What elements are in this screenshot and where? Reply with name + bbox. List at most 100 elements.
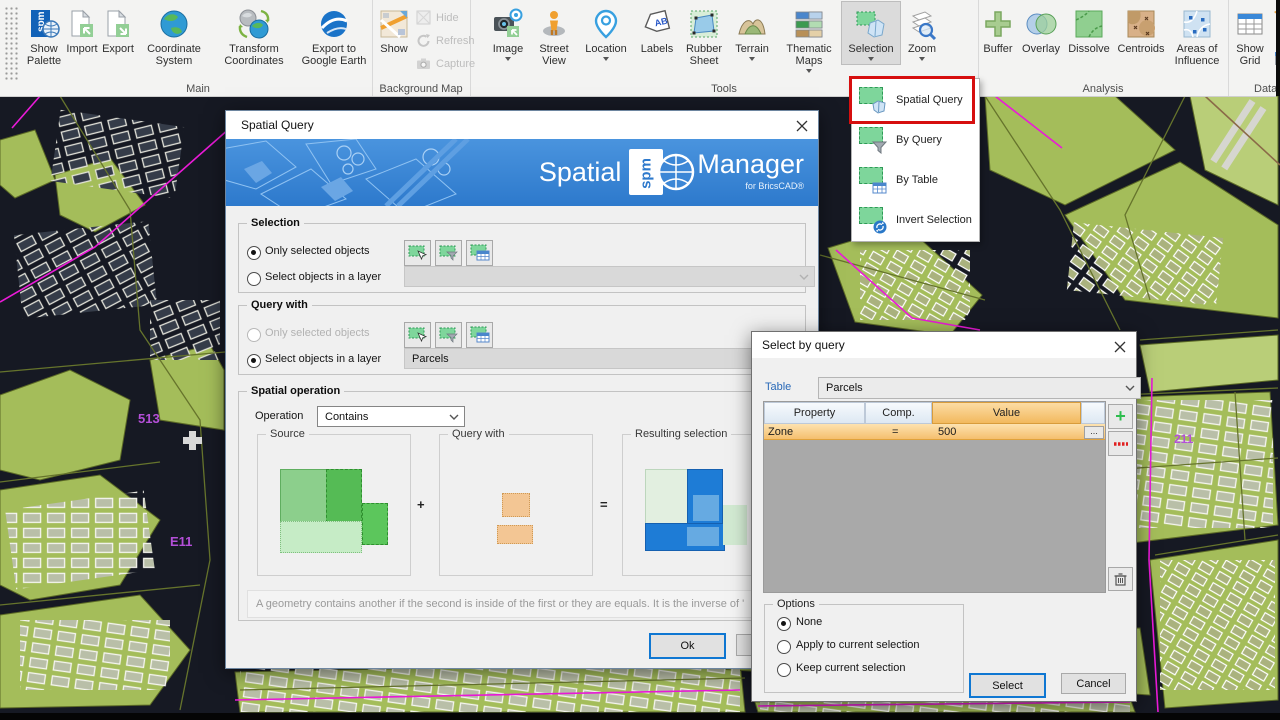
result-shape <box>693 495 719 521</box>
tag-icon: AB <box>641 6 673 42</box>
bgmap-capture-button-disabled: Capture <box>416 52 475 75</box>
dissolve-icon <box>1073 6 1105 42</box>
table-objects-button[interactable] <box>466 240 493 266</box>
brand-logo: Spatial spm Manager for BricsCAD® <box>539 149 804 195</box>
export-button[interactable]: Export <box>100 2 136 55</box>
filter-objects-button[interactable] <box>435 322 462 348</box>
add-condition-button[interactable]: + <box>1108 404 1133 429</box>
close-icon[interactable] <box>1112 339 1127 354</box>
radio-none[interactable] <box>777 617 791 631</box>
trash-icon <box>1114 572 1127 586</box>
spatial-query-dialog: Spatial Query Spatial <box>225 110 819 669</box>
image-button[interactable]: Image <box>486 2 530 64</box>
column-header-value[interactable]: Value <box>932 402 1081 424</box>
select-button[interactable]: Select <box>969 673 1046 698</box>
result-shape <box>723 505 747 545</box>
thematic-maps-button[interactable]: Thematic Maps <box>776 2 842 76</box>
menu-item-by-query[interactable]: By Query <box>852 120 979 160</box>
zoom-button[interactable]: Zoom <box>900 2 944 64</box>
centroids-button[interactable]: Centroids <box>1114 2 1168 55</box>
source-illustration-box: Source <box>257 434 411 576</box>
table-objects-button[interactable] <box>466 322 493 348</box>
menu-item-invert-selection[interactable]: Invert Selection <box>852 200 979 240</box>
selection-layer-combo-disabled <box>404 266 815 287</box>
radio-only-selected[interactable] <box>247 246 261 260</box>
value-ellipsis-button[interactable]: ... <box>1084 426 1104 439</box>
close-icon[interactable] <box>794 118 809 133</box>
terrain-hills-icon <box>736 6 768 42</box>
google-earth-icon <box>318 6 350 42</box>
dialog-title: Spatial Query <box>241 118 314 132</box>
hide-icon <box>416 10 431 25</box>
thematic-bars-icon <box>793 6 825 42</box>
column-header-property[interactable]: Property <box>764 402 865 424</box>
ribbon-group-data: Show Grid Data <box>1228 0 1280 96</box>
dropdown-caret <box>749 57 755 64</box>
dropdown-caret <box>505 57 511 64</box>
ok-button[interactable]: Ok <box>649 633 726 659</box>
bgmap-show-button[interactable]: Show <box>374 2 414 55</box>
dissolve-button[interactable]: Dissolve <box>1064 2 1114 55</box>
overlay-button[interactable]: Overlay <box>1018 2 1064 55</box>
equals-operator: = <box>600 497 608 512</box>
query-shape <box>497 525 533 544</box>
transform-coordinates-button[interactable]: Transform Coordinates <box>212 2 296 67</box>
export-icon <box>102 6 134 42</box>
dialog-title: Select by query <box>762 338 845 352</box>
window-edge-strip <box>1276 0 1280 96</box>
options-groupbox: Options None Apply to current selection … <box>764 604 964 693</box>
ribbon-group-main: spm Show Palette Import <box>24 0 373 96</box>
labels-button[interactable]: AB Labels <box>634 2 680 55</box>
radio-select-layer[interactable] <box>247 354 261 368</box>
dropdown-caret <box>868 57 874 64</box>
query-row[interactable]: Zone = 500 ... <box>764 424 1105 440</box>
plus-operator: + <box>417 497 425 512</box>
app-window: 513 E11 211 spm Show Palette <box>0 0 1280 720</box>
source-shape <box>362 503 388 545</box>
street-view-button[interactable]: Street View <box>530 2 578 67</box>
column-header-comp[interactable]: Comp. <box>865 402 932 424</box>
location-button[interactable]: Location <box>578 2 634 64</box>
cancel-button[interactable]: Cancel <box>1061 673 1126 694</box>
clear-all-button[interactable] <box>1108 567 1133 591</box>
show-palette-button[interactable]: spm Show Palette <box>24 2 64 67</box>
minus-icon <box>1114 442 1128 446</box>
select-by-query-titlebar[interactable]: Select by query <box>752 332 1136 358</box>
radio-keep-current[interactable] <box>777 663 791 677</box>
invert-selection-icon <box>859 206 887 234</box>
operation-combo[interactable]: Contains <box>317 406 465 427</box>
query-shape <box>502 493 530 517</box>
map-label: E11 <box>170 534 192 549</box>
brand-spatial: Spatial <box>539 157 622 188</box>
select-by-query-dialog: Select by query Table Parcels Property C… <box>751 331 1137 702</box>
coordinate-system-button[interactable]: Coordinate System <box>136 2 212 67</box>
ribbon-grip[interactable] <box>4 6 20 80</box>
table-combo[interactable]: Parcels <box>818 377 1141 399</box>
radio-only-selected-disabled <box>247 328 261 342</box>
radio-select-layer[interactable] <box>247 272 261 286</box>
brand-manager: Manager <box>697 149 804 179</box>
menu-item-by-table[interactable]: By Table <box>852 160 979 200</box>
radio-apply-current[interactable] <box>777 640 791 654</box>
areas-of-influence-button[interactable]: Areas of Influence <box>1168 2 1226 67</box>
pick-objects-button[interactable] <box>404 322 431 348</box>
show-grid-button[interactable]: Show Grid <box>1228 2 1272 67</box>
operation-description: A geometry contains another if the secon… <box>247 590 805 618</box>
rubber-sheet-button[interactable]: Rubber Sheet <box>680 2 728 67</box>
buffer-button[interactable]: Buffer <box>978 2 1018 55</box>
spatial-query-titlebar[interactable]: Spatial Query <box>226 111 818 139</box>
brand-banner: Spatial spm Manager for BricsCAD® <box>226 139 818 206</box>
group-label-analysis: Analysis <box>978 83 1228 95</box>
terrain-button[interactable]: Terrain <box>728 2 776 64</box>
ribbon-group-analysis: Buffer Overlay Dissolve <box>978 0 1229 96</box>
remove-condition-button[interactable] <box>1108 431 1133 456</box>
import-button[interactable]: Import <box>64 2 100 55</box>
dropdown-caret <box>806 69 812 76</box>
pick-objects-button[interactable] <box>404 240 431 266</box>
pegman-icon <box>538 6 570 42</box>
map-label: 211 <box>1174 432 1194 446</box>
export-google-earth-button[interactable]: Export to Google Earth <box>296 2 372 67</box>
filter-objects-button[interactable] <box>435 240 462 266</box>
selection-button[interactable]: Selection <box>842 2 900 64</box>
ribbon-toolbar: spm Show Palette Import <box>0 0 1276 97</box>
